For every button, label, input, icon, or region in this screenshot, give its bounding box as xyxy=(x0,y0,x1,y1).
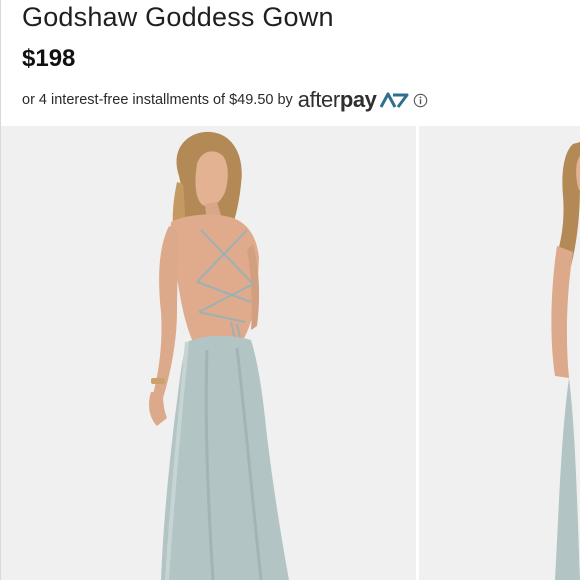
product-gallery xyxy=(1,126,580,580)
afterpay-arrows-icon xyxy=(379,91,409,109)
afterpay-installments: or 4 interest-free installments of $49.5… xyxy=(22,87,428,113)
installment-amount: $49.50 xyxy=(229,92,274,108)
product-title: Godshaw Goddess Gown xyxy=(22,2,334,32)
info-circle-icon[interactable] xyxy=(413,93,428,108)
afterpay-logo-after: after xyxy=(297,87,340,112)
product-price: $198 xyxy=(22,45,76,72)
afterpay-logo[interactable]: after pay xyxy=(298,87,409,113)
installments-prefix: or 4 interest-free installments of xyxy=(22,92,226,108)
product-photo-back-view[interactable] xyxy=(1,126,416,580)
installments-by: by xyxy=(277,92,293,108)
afterpay-logo-pay: pay xyxy=(339,87,377,112)
product-photo-side-view[interactable] xyxy=(419,126,580,580)
